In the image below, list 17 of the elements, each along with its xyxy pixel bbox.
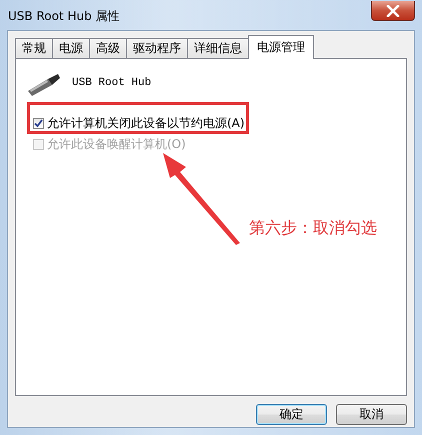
tab[interactable]: 常规	[15, 38, 53, 58]
tab[interactable]: 驱动程序	[126, 38, 188, 58]
tab[interactable]: 详细信息	[187, 38, 249, 58]
tab[interactable]: 电源	[52, 38, 90, 58]
device-name: USB Root Hub	[72, 77, 152, 89]
annotation-text: 第六步：取消勾选	[249, 218, 377, 239]
checkbox-label: 允许计算机关闭此设备以节约电源(A)	[47, 114, 245, 132]
close-icon	[386, 4, 400, 16]
cancel-button[interactable]: 取消	[336, 404, 407, 425]
ok-button[interactable]: 确定	[256, 404, 327, 425]
usb-plug-icon	[26, 73, 60, 97]
tab[interactable]: 高级	[89, 38, 127, 58]
checkbox[interactable]	[33, 118, 44, 128]
tab[interactable]: 电源管理	[248, 35, 314, 59]
window-title: USB Root Hub 属性	[8, 8, 120, 24]
close-button[interactable]	[371, 1, 415, 21]
checkbox-label: 允许此设备唤醒计算机(O)	[47, 136, 186, 152]
